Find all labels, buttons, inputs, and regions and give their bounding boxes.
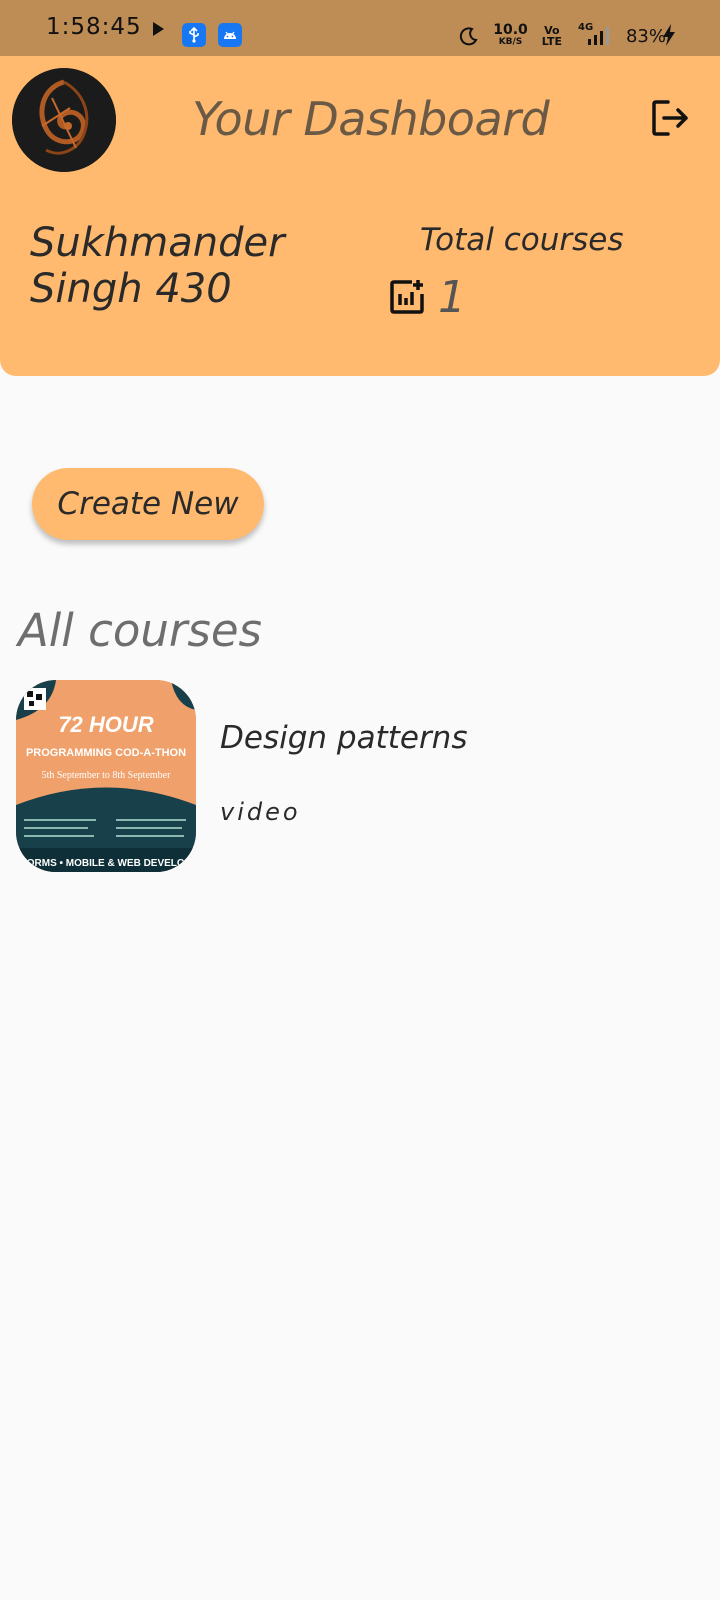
avatar-logo-icon [12, 68, 116, 172]
course-type: video [220, 798, 301, 826]
usb-icon [182, 23, 206, 47]
moon-icon [460, 27, 478, 46]
all-courses-heading: All courses [18, 604, 262, 657]
android-icon [218, 23, 242, 47]
thumb-headline: 72 HOUR [58, 712, 153, 737]
status-bar: 1:58:45 10.0 KB/S Vo LTE 4G 83% [0, 0, 720, 56]
course-name: Design patterns [220, 720, 468, 756]
logout-icon[interactable] [650, 98, 690, 138]
total-courses-count: 1 [438, 272, 466, 323]
page-title: Your Dashboard [192, 92, 550, 146]
volte-bottom: LTE [541, 35, 562, 48]
user-name: Sukhmander Singh 430 [30, 220, 285, 312]
volte-indicator: Vo LTE [542, 25, 562, 47]
thumb-subtitle: PROGRAMMING COD-A-THON [26, 747, 186, 759]
create-new-button[interactable]: Create New [32, 468, 264, 540]
signal-icon: 4G [576, 22, 612, 47]
thumb-dates: 5th September to 8th September [42, 770, 172, 781]
course-list-item[interactable]: 72 HOUR PROGRAMMING COD-A-THON 5th Septe… [16, 680, 706, 872]
battery-percent: 83% [625, 25, 666, 47]
charging-icon [663, 24, 675, 46]
thumb-footer: FORMS • MOBILE & WEB DEVELOP [21, 858, 192, 869]
play-icon [153, 22, 164, 36]
user-avatar[interactable] [12, 68, 116, 172]
network-speed: 10.0 KB/S [493, 23, 528, 48]
course-thumbnail: 72 HOUR PROGRAMMING COD-A-THON 5th Septe… [16, 680, 196, 872]
status-time: 1:58:45 [46, 14, 142, 40]
total-courses-label: Total courses [420, 222, 624, 258]
add-chart-icon [390, 280, 424, 314]
